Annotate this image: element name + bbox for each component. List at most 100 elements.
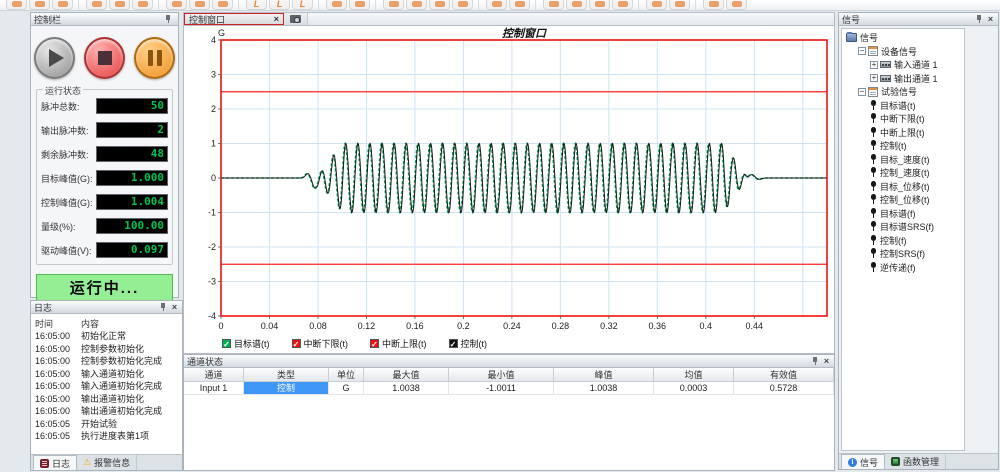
pause-button[interactable]: [134, 37, 175, 79]
legend-label: 控制(t): [461, 337, 488, 350]
toolbar-button[interactable]: [109, 0, 130, 10]
pin-icon[interactable]: [159, 303, 167, 311]
stop-icon: [98, 51, 112, 65]
column-header: 通道: [184, 368, 244, 382]
status-field-value: 1.000: [96, 170, 168, 186]
tree-item[interactable]: 中断下限(t): [844, 112, 964, 126]
toolbar-button[interactable]: [406, 0, 427, 10]
toolbar-button[interactable]: [669, 0, 690, 10]
tree-item-label: 控制(t): [880, 139, 907, 152]
toolbar-button[interactable]: [452, 0, 473, 10]
toolbar-button[interactable]: [52, 0, 73, 10]
tree-item[interactable]: 目标谱SRS(f): [844, 220, 964, 234]
pause-icon: [148, 50, 162, 66]
tree-expander-icon[interactable]: +: [870, 74, 878, 82]
tree-item[interactable]: 逆传递(f): [844, 261, 964, 275]
tree-item[interactable]: − 试验信号: [844, 85, 964, 99]
tree-item-label: 中断下限(t): [880, 112, 925, 125]
status-field-value: 0.097: [96, 242, 168, 258]
pin-icon[interactable]: [975, 15, 983, 23]
tree-item-label: 试验信号: [881, 85, 917, 98]
pin-icon[interactable]: [811, 357, 819, 365]
signal-icon: [870, 140, 877, 151]
tree-expander-icon[interactable]: −: [858, 47, 866, 55]
toolbar-button[interactable]: [349, 0, 370, 10]
tree-item[interactable]: + 输入通道 1: [844, 58, 964, 72]
tab-信号[interactable]: i信号: [841, 454, 885, 469]
toolbar-button[interactable]: [612, 0, 633, 10]
log-row: 16:05:05开始试验: [35, 418, 182, 431]
tab-函数管理[interactable]: 函数管理: [885, 454, 946, 469]
pin-icon[interactable]: [164, 15, 172, 23]
tree-item[interactable]: 目标谱(f): [844, 207, 964, 221]
toolbar-button[interactable]: [566, 0, 587, 10]
legend-checkbox[interactable]: ✓: [370, 339, 379, 348]
tree-item[interactable]: 中断上限(t): [844, 126, 964, 140]
tree-item[interactable]: 控制(f): [844, 234, 964, 248]
toolbar-button[interactable]: [589, 0, 610, 10]
tree-item-label: 控制_位移(t): [880, 193, 930, 206]
tree-item[interactable]: 目标_速度(t): [844, 153, 964, 167]
toolbar-button[interactable]: L: [292, 0, 313, 10]
toolbar-button[interactable]: [646, 0, 667, 10]
toolbar-button[interactable]: L: [246, 0, 267, 10]
toolbar-button[interactable]: [543, 0, 564, 10]
toolbar-button[interactable]: [189, 0, 210, 10]
legend-checkbox[interactable]: ✓: [292, 339, 301, 348]
close-icon[interactable]: ×: [822, 357, 831, 366]
toolbar-button[interactable]: [703, 0, 724, 10]
column-header: 峰值: [554, 368, 654, 382]
warning-icon: ⚠: [83, 458, 91, 467]
snapshot-button[interactable]: [284, 13, 308, 25]
tab-日志[interactable]: 日志: [33, 455, 77, 470]
chart-plot: -4-3-2-10123400.040.080.120.160.20.240.2…: [184, 26, 834, 332]
signal-panel-title: 信号: [842, 13, 975, 26]
status-field-value: 2: [96, 122, 168, 138]
tab-报警信息[interactable]: ⚠报警信息: [77, 455, 137, 470]
close-icon[interactable]: ×: [986, 15, 995, 24]
legend-checkbox[interactable]: ✓: [449, 339, 458, 348]
tree-expander-icon[interactable]: +: [870, 61, 878, 69]
svg-text:-4: -4: [208, 311, 216, 321]
log-row: 16:05:00输入通道初始化完成: [35, 380, 182, 393]
toolbar-button[interactable]: [726, 0, 747, 10]
chart-legend: ✓目标谱(t)✓中断下限(t)✓中断上限(t)✓控制(t): [222, 337, 487, 350]
tab-close-icon[interactable]: ×: [274, 14, 279, 24]
tab-label: 日志: [52, 457, 70, 470]
toolbar-button[interactable]: [383, 0, 404, 10]
tree-item[interactable]: 控制(t): [844, 139, 964, 153]
run-button[interactable]: [34, 37, 75, 79]
legend-checkbox[interactable]: ✓: [222, 339, 231, 348]
tree-item-label: 输入通道 1: [894, 58, 938, 71]
toolbar-button[interactable]: [86, 0, 107, 10]
tree-item[interactable]: +输出通道 1: [844, 72, 964, 86]
cell-min: -1.0011: [449, 382, 554, 395]
tree-item-label: 逆传递(f): [880, 261, 916, 274]
tree-item[interactable]: 信号: [844, 31, 964, 45]
toolbar-button[interactable]: [132, 0, 153, 10]
toolbar-button[interactable]: [429, 0, 450, 10]
toolbar-button[interactable]: [509, 0, 530, 10]
toolbar-button[interactable]: L: [269, 0, 290, 10]
toolbar-button[interactable]: [166, 0, 187, 10]
tab-control-window[interactable]: 控制窗口 ×: [184, 13, 284, 25]
close-icon[interactable]: ×: [170, 303, 179, 312]
tree-expander-icon[interactable]: −: [858, 88, 866, 96]
tree-item[interactable]: 目标_位移(t): [844, 180, 964, 194]
toolbar-button[interactable]: [212, 0, 233, 10]
tree-item[interactable]: 控制_位移(t): [844, 193, 964, 207]
log-row: 16:05:00控制参数初始化: [35, 343, 182, 356]
tree-item[interactable]: −设备信号: [844, 45, 964, 59]
svg-text:0.2: 0.2: [457, 321, 470, 331]
tree-item[interactable]: 控制SRS(f): [844, 247, 964, 261]
tree-item[interactable]: 控制_速度(t): [844, 166, 964, 180]
toolbar-button[interactable]: [326, 0, 347, 10]
toolbar-button[interactable]: [29, 0, 50, 10]
tree-item[interactable]: 目标谱(t): [844, 99, 964, 113]
status-field-row: 剩余脉冲数:48: [39, 142, 170, 166]
toolbar-button[interactable]: [6, 0, 27, 10]
toolbar-button[interactable]: [486, 0, 507, 10]
toolbar-separator: [375, 0, 380, 11]
column-header: 有效值: [734, 368, 834, 382]
stop-button[interactable]: [84, 37, 125, 79]
